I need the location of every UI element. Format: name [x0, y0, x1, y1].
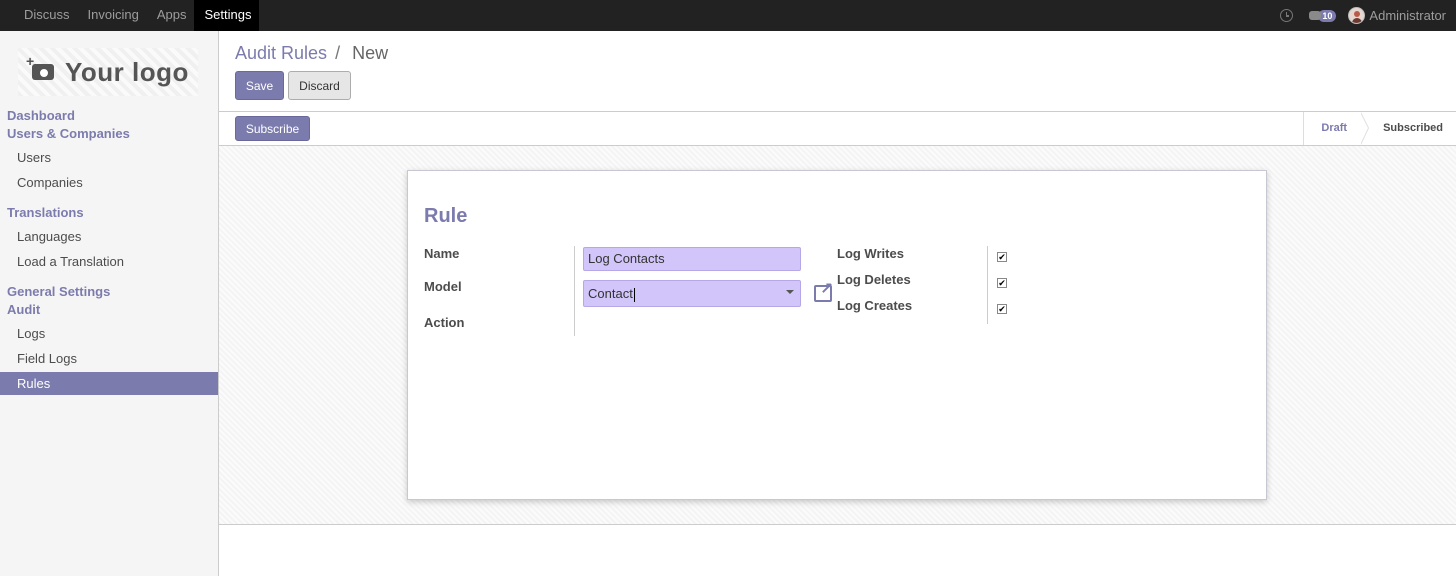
sidebar-item-rules[interactable]: Rules: [0, 372, 218, 395]
control-panel: Audit Rules / New Save Discard: [219, 31, 1456, 112]
status-steps: Draft Subscribed: [1303, 112, 1456, 145]
external-link-icon[interactable]: [814, 279, 833, 302]
systray: 10 Administrator: [1280, 0, 1446, 31]
breadcrumb-audit-rules[interactable]: Audit Rules: [235, 43, 327, 63]
sidebar-section-audit[interactable]: Audit: [7, 302, 40, 317]
log-writes-checkbox[interactable]: ✔: [997, 252, 1007, 262]
sidebar-section-translations[interactable]: Translations: [7, 205, 84, 220]
sidebar-item-logs[interactable]: Logs: [17, 326, 45, 341]
form-sheet: Rule Name Model Action Log Contacts Cont…: [407, 170, 1267, 500]
subscribe-button[interactable]: Subscribe: [235, 116, 310, 141]
main-menu: Discuss Invoicing Apps Settings: [14, 0, 260, 31]
sidebar-item-companies[interactable]: Companies: [17, 175, 83, 190]
sidebar-item-languages[interactable]: Languages: [17, 229, 81, 244]
action-label: Action: [424, 315, 465, 330]
save-button[interactable]: Save: [235, 71, 284, 100]
model-label: Model: [424, 279, 462, 294]
menu-settings[interactable]: Settings: [194, 0, 260, 31]
name-input[interactable]: Log Contacts: [583, 247, 801, 271]
log-creates-label: Log Creates: [837, 298, 913, 313]
camera-icon: [26, 53, 54, 80]
sidebar-section-general-settings[interactable]: General Settings: [7, 284, 110, 299]
log-writes-label: Log Writes: [837, 246, 904, 261]
chevron-down-icon[interactable]: [786, 290, 794, 294]
sidebar-item-users[interactable]: Users: [17, 150, 51, 165]
text-cursor: [633, 287, 635, 302]
sidebar-item-field-logs[interactable]: Field Logs: [17, 351, 77, 366]
field-divider-right: [987, 246, 988, 324]
user-menu-name[interactable]: Administrator: [1369, 8, 1446, 23]
breadcrumb-current: New: [352, 43, 389, 63]
status-draft[interactable]: Draft: [1304, 112, 1369, 145]
breadcrumb-separator: /: [335, 43, 341, 63]
name-label: Name: [424, 246, 460, 261]
activity-clock-icon[interactable]: [1280, 9, 1294, 22]
company-logo[interactable]: Your logo: [18, 48, 198, 96]
log-deletes-label: Log Deletes: [837, 272, 911, 287]
user-avatar[interactable]: [1348, 7, 1366, 24]
sidebar-item-load-translation[interactable]: Load a Translation: [17, 254, 124, 269]
logo-text: Your logo: [65, 56, 189, 87]
log-creates-checkbox[interactable]: ✔: [997, 304, 1007, 314]
model-select[interactable]: Contact: [583, 280, 801, 307]
model-select-value: Contact: [588, 286, 633, 301]
top-navbar: Discuss Invoicing Apps Settings 10 Admin…: [0, 0, 1456, 31]
messaging-menu[interactable]: 10: [1309, 9, 1337, 22]
menu-invoicing[interactable]: Invoicing: [78, 0, 147, 31]
log-deletes-checkbox[interactable]: ✔: [997, 278, 1007, 288]
status-subscribed[interactable]: Subscribed: [1361, 112, 1456, 145]
discard-button[interactable]: Discard: [288, 71, 351, 100]
breadcrumb: Audit Rules / New: [235, 43, 388, 64]
sidebar-item-dashboard[interactable]: Dashboard: [7, 108, 75, 123]
menu-discuss[interactable]: Discuss: [14, 0, 78, 31]
sidebar-section-users-companies[interactable]: Users & Companies: [7, 126, 130, 141]
chat-counter-badge: 10: [1318, 9, 1337, 22]
chat-bubble-icon: [1309, 11, 1322, 20]
form-statusbar: Subscribe Draft Subscribed: [219, 112, 1456, 146]
field-divider-left: [574, 246, 575, 336]
form-title: Rule: [424, 205, 468, 227]
menu-apps[interactable]: Apps: [147, 0, 195, 31]
